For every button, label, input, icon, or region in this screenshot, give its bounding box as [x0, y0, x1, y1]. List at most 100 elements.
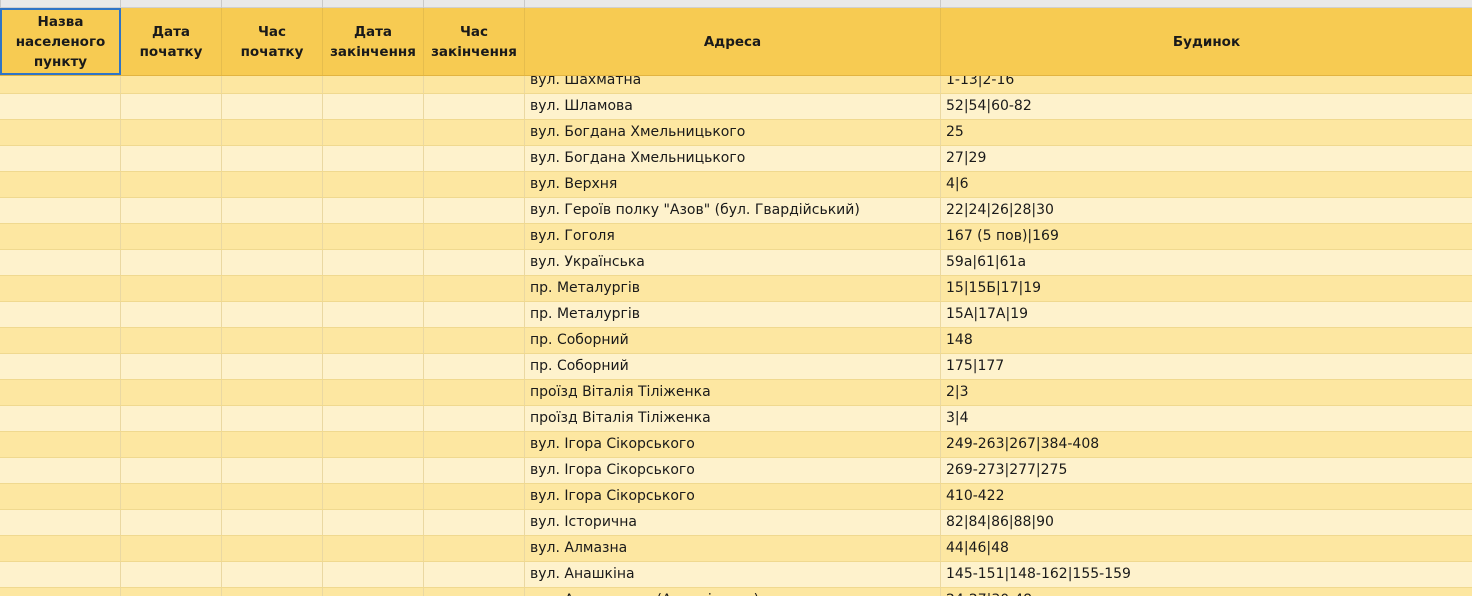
cell-settlement-name[interactable]: [0, 276, 121, 301]
cell-start-time[interactable]: [222, 536, 323, 561]
cell-end-date[interactable]: [323, 432, 424, 457]
cell-end-date[interactable]: [323, 94, 424, 119]
cell-address[interactable]: вул. Богдана Хмельницького: [525, 146, 941, 171]
cell-end-time[interactable]: [424, 354, 525, 379]
cell-end-date[interactable]: [323, 146, 424, 171]
cell-address[interactable]: вул. Героїв полку "Азов" (бул. Гвардійсь…: [525, 198, 941, 223]
header-building[interactable]: Будинок: [941, 8, 1472, 75]
cell-settlement-name[interactable]: [0, 484, 121, 509]
cell-building[interactable]: 249-263|267|384-408: [941, 432, 1472, 457]
cell-end-date[interactable]: [323, 224, 424, 249]
cell-start-date[interactable]: [121, 484, 222, 509]
cell-address[interactable]: проїзд Віталія Тіліженка: [525, 380, 941, 405]
cell-end-date[interactable]: [323, 250, 424, 275]
cell-settlement-name[interactable]: [0, 250, 121, 275]
cell-end-time[interactable]: [424, 406, 525, 431]
cell-building[interactable]: 59а|61|61а: [941, 250, 1472, 275]
cell-address[interactable]: вул. Верхня: [525, 172, 941, 197]
cell-start-time[interactable]: [222, 458, 323, 483]
cell-building[interactable]: 15А|17А|19: [941, 302, 1472, 327]
cell-start-date[interactable]: [121, 224, 222, 249]
cell-end-date[interactable]: [323, 458, 424, 483]
cell-end-date[interactable]: [323, 380, 424, 405]
cell-building[interactable]: 2|3: [941, 380, 1472, 405]
cell-building[interactable]: 4|6: [941, 172, 1472, 197]
cell-building[interactable]: 22|24|26|28|30: [941, 198, 1472, 223]
cell-settlement-name[interactable]: [0, 536, 121, 561]
cell-start-date[interactable]: [121, 328, 222, 353]
cell-start-date[interactable]: [121, 536, 222, 561]
cell-end-time[interactable]: [424, 250, 525, 275]
cell-start-date[interactable]: [121, 146, 222, 171]
cell-address[interactable]: вул. Алмазна: [525, 536, 941, 561]
cell-end-time[interactable]: [424, 302, 525, 327]
cell-building[interactable]: 15|15Б|17|19: [941, 276, 1472, 301]
cell-address[interactable]: вул. Історична: [525, 510, 941, 535]
cell-start-time[interactable]: [222, 276, 323, 301]
cell-address[interactable]: пр. Соборний: [525, 354, 941, 379]
cell-building[interactable]: 3|4: [941, 406, 1472, 431]
cell-end-time[interactable]: [424, 484, 525, 509]
cell-building[interactable]: 27|29: [941, 146, 1472, 171]
cell-end-date[interactable]: [323, 198, 424, 223]
cell-start-date[interactable]: [121, 588, 222, 596]
cell-end-date[interactable]: [323, 328, 424, 353]
cell-start-date[interactable]: [121, 120, 222, 145]
cell-start-time[interactable]: [222, 172, 323, 197]
header-end-time[interactable]: Час закінчення: [424, 8, 525, 75]
cell-address[interactable]: вул. Українська: [525, 250, 941, 275]
cell-settlement-name[interactable]: [0, 458, 121, 483]
cell-start-time[interactable]: [222, 94, 323, 119]
cell-start-date[interactable]: [121, 198, 222, 223]
cell-start-date[interactable]: [121, 354, 222, 379]
cell-settlement-name[interactable]: [0, 224, 121, 249]
cell-start-time[interactable]: [222, 588, 323, 596]
cell-end-time[interactable]: [424, 198, 525, 223]
cell-address[interactable]: вул. Анашкіна: [525, 562, 941, 587]
cell-settlement-name[interactable]: [0, 588, 121, 596]
cell-start-date[interactable]: [121, 562, 222, 587]
cell-start-date[interactable]: [121, 406, 222, 431]
header-start-time[interactable]: Час початку: [222, 8, 323, 75]
cell-start-time[interactable]: [222, 406, 323, 431]
header-settlement-name[interactable]: Назва населеного пункту: [0, 8, 121, 75]
cell-end-time[interactable]: [424, 120, 525, 145]
cell-end-date[interactable]: [323, 276, 424, 301]
cell-end-date[interactable]: [323, 484, 424, 509]
cell-building[interactable]: 175|177: [941, 354, 1472, 379]
cell-settlement-name[interactable]: [0, 198, 121, 223]
cell-end-time[interactable]: [424, 224, 525, 249]
cell-end-time[interactable]: [424, 276, 525, 301]
cell-start-time[interactable]: [222, 328, 323, 353]
cell-start-time[interactable]: [222, 146, 323, 171]
cell-address[interactable]: вул. Гоголя: [525, 224, 941, 249]
cell-end-date[interactable]: [323, 172, 424, 197]
cell-start-time[interactable]: [222, 432, 323, 457]
cell-end-date[interactable]: [323, 302, 424, 327]
cell-settlement-name[interactable]: [0, 432, 121, 457]
cell-start-time[interactable]: [222, 198, 323, 223]
cell-end-time[interactable]: [424, 432, 525, 457]
cell-building[interactable]: 167 (5 пов)|169: [941, 224, 1472, 249]
cell-address[interactable]: вул. Атлантична (Армавірська): [525, 588, 941, 596]
cell-settlement-name[interactable]: [0, 354, 121, 379]
cell-end-date[interactable]: [323, 406, 424, 431]
cell-start-date[interactable]: [121, 510, 222, 535]
cell-start-date[interactable]: [121, 250, 222, 275]
cell-settlement-name[interactable]: [0, 120, 121, 145]
cell-settlement-name[interactable]: [0, 172, 121, 197]
cell-start-date[interactable]: [121, 458, 222, 483]
cell-start-time[interactable]: [222, 354, 323, 379]
cell-settlement-name[interactable]: [0, 328, 121, 353]
cell-settlement-name[interactable]: [0, 146, 121, 171]
cell-end-time[interactable]: [424, 172, 525, 197]
cell-end-time[interactable]: [424, 458, 525, 483]
cell-building[interactable]: 410-422: [941, 484, 1472, 509]
cell-end-time[interactable]: [424, 562, 525, 587]
cell-building[interactable]: 25: [941, 120, 1472, 145]
cell-end-date[interactable]: [323, 120, 424, 145]
cell-address[interactable]: вул. Ігора Сікорського: [525, 484, 941, 509]
cell-settlement-name[interactable]: [0, 302, 121, 327]
cell-settlement-name[interactable]: [0, 94, 121, 119]
cell-end-date[interactable]: [323, 562, 424, 587]
